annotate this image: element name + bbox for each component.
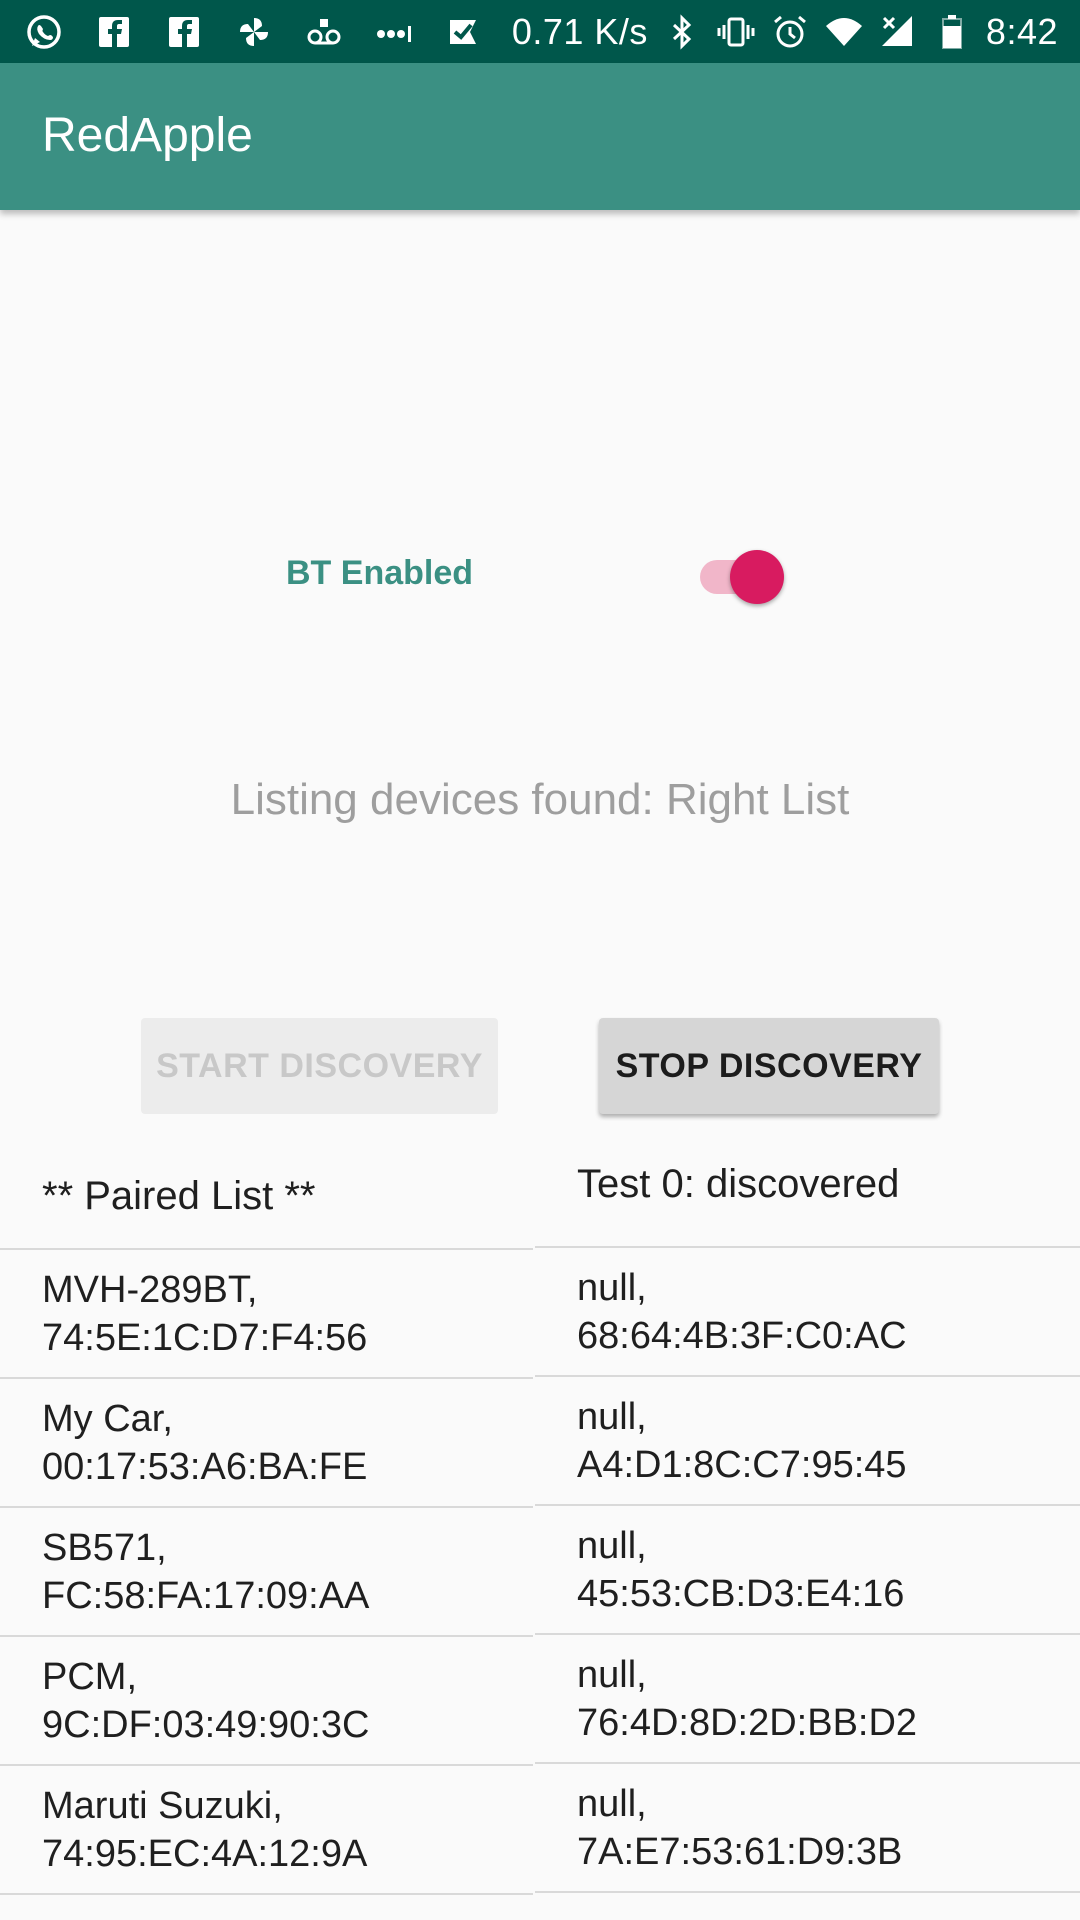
list-item[interactable]: null, A4:D1:8C:C7:95:45	[535, 1377, 1080, 1506]
vibrate-icon	[716, 10, 756, 54]
start-discovery-button[interactable]: START DISCOVERY	[141, 1018, 498, 1114]
list-item[interactable]: null, 45:53:CB:D3:E4:16	[535, 1506, 1080, 1635]
device-name: PCM,	[42, 1656, 137, 1698]
facebook-icon	[92, 10, 136, 54]
device-name: SB571,	[42, 1527, 167, 1569]
device-address: FC:58:FA:17:09:AA	[42, 1575, 370, 1617]
device-address: A4:D1:8C:C7:95:45	[577, 1444, 907, 1486]
bluetooth-icon	[662, 10, 702, 54]
status-bar: 0.71 K/s 8:42	[0, 0, 1080, 63]
pinwheel-icon	[232, 10, 276, 54]
device-address: 68:64:4B:3F:C0:AC	[577, 1315, 907, 1357]
more-dots-icon	[372, 10, 416, 54]
stop-discovery-button[interactable]: STOP DISCOVERY	[599, 1018, 939, 1114]
list-item[interactable]: Maruti Suzuki, 74:95:EC:4A:12:9A	[0, 1766, 533, 1895]
app-bar: RedApple	[0, 63, 1080, 210]
device-address: 45:53:CB:D3:E4:16	[577, 1573, 905, 1615]
list-item[interactable]: null, 76:4D:8D:2D:BB:D2	[535, 1635, 1080, 1764]
device-name: My Car,	[42, 1398, 173, 1440]
list-item[interactable]: null, 68:64:4B:3F:C0:AC	[535, 1248, 1080, 1377]
app-title: RedApple	[42, 109, 253, 162]
network-speed: 0.71 K/s	[511, 10, 648, 52]
discovered-list-header: Test 0: discovered	[535, 1140, 1080, 1248]
bt-enabled-label: BT Enabled	[286, 554, 474, 592]
list-item[interactable]: SB571, FC:58:FA:17:09:AA	[0, 1508, 533, 1637]
voicemail-icon	[302, 10, 346, 54]
device-address: 9C:DF:03:49:90:3C	[42, 1704, 370, 1746]
device-name: null,	[577, 1783, 647, 1825]
signal-icon	[878, 10, 918, 54]
device-name: null,	[577, 1396, 647, 1438]
device-name: Maruti Suzuki,	[42, 1785, 283, 1827]
listing-status-text: Listing devices found: Right List	[230, 775, 850, 824]
list-item[interactable]: null, 7A:E7:53:61:D9:3B	[535, 1764, 1080, 1893]
battery-icon	[932, 10, 972, 54]
paired-list-header: ** Paired List **	[0, 1140, 533, 1250]
alarm-icon	[770, 10, 810, 54]
notification-icons	[22, 0, 486, 63]
device-address: 7A:E7:53:61:D9:3B	[577, 1831, 903, 1873]
device-address: 76:4D:8D:2D:BB:D2	[577, 1702, 918, 1744]
clock: 8:42	[985, 10, 1058, 52]
wifi-icon	[824, 10, 864, 54]
list-item[interactable]: PCM, 9C:DF:03:49:90:3C	[0, 1637, 533, 1766]
device-address: 74:5E:1C:D7:F4:56	[42, 1317, 368, 1359]
system-status: 0.71 K/s 8:42	[512, 0, 1058, 63]
device-name: null,	[577, 1267, 647, 1309]
toggle-thumb	[730, 550, 784, 604]
device-name: null,	[577, 1654, 647, 1696]
bt-toggle-switch[interactable]	[700, 548, 786, 604]
facebook-icon	[162, 10, 206, 54]
list-item[interactable]: My Car, 00:17:53:A6:BA:FE	[0, 1379, 533, 1508]
check-flag-icon	[442, 10, 486, 54]
paired-device-list: ** Paired List ** MVH-289BT, 74:5E:1C:D7…	[0, 1140, 533, 1895]
discovered-device-list: Test 0: discovered null, 68:64:4B:3F:C0:…	[535, 1140, 1080, 1893]
list-item[interactable]: MVH-289BT, 74:5E:1C:D7:F4:56	[0, 1250, 533, 1379]
device-name: null,	[577, 1525, 647, 1567]
whatsapp-icon	[22, 10, 66, 54]
device-address: 00:17:53:A6:BA:FE	[42, 1446, 368, 1488]
device-address: 74:95:EC:4A:12:9A	[42, 1833, 368, 1875]
device-name: MVH-289BT,	[42, 1269, 258, 1311]
